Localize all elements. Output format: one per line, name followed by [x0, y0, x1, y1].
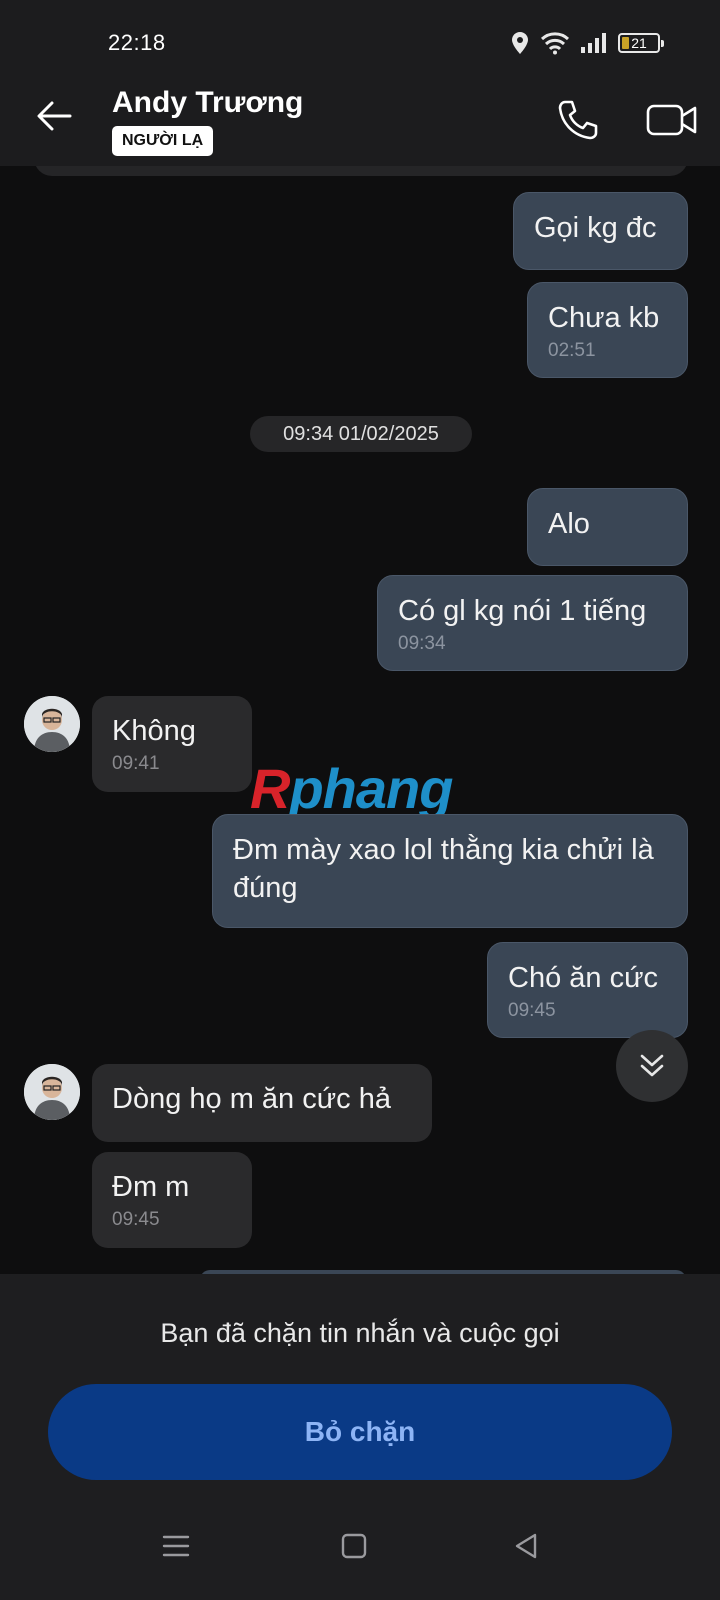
stranger-badge: NGƯỜI LẠ	[112, 126, 214, 156]
watermark-rest: phang	[289, 757, 453, 820]
video-camera-icon	[646, 104, 697, 136]
home-icon	[341, 1533, 367, 1559]
chat-messages[interactable]: Gọi kg đc Chưa kb 02:51 09:34 01/02/2025…	[0, 166, 720, 1274]
blocked-message: Bạn đã chặn tin nhắn và cuộc gọi	[160, 1318, 560, 1348]
message-bubble-partial	[34, 166, 688, 176]
message-bubble-outgoing[interactable]: Chưa kb 02:51	[527, 282, 688, 378]
battery-icon: 21	[618, 33, 664, 53]
avatar[interactable]	[24, 696, 80, 752]
message-bubble-incoming[interactable]: Dòng họ m ăn cức hả	[92, 1064, 432, 1142]
message-text: Không	[112, 715, 196, 747]
profile-photo	[24, 696, 80, 752]
back-arrow-icon	[37, 101, 72, 131]
battery-fill	[622, 37, 629, 49]
double-chevron-down-icon	[640, 1054, 664, 1077]
wifi-icon	[540, 32, 570, 55]
back-button[interactable]	[34, 96, 74, 136]
message-time: 09:45	[508, 1000, 556, 1021]
message-bubble-outgoing[interactable]: Có gl kg nói 1 tiếng 09:34	[377, 575, 688, 671]
location-icon	[512, 32, 528, 54]
message-text: Dòng họ m ăn cức hả	[112, 1083, 391, 1115]
message-time: 09:41	[112, 753, 160, 774]
nav-recents-button[interactable]	[156, 1526, 196, 1566]
menu-icon	[162, 1535, 190, 1557]
call-button[interactable]	[556, 98, 600, 142]
signal-icon	[581, 33, 606, 53]
nav-back-icon	[515, 1533, 537, 1559]
message-text: Gọi kg đc	[534, 212, 657, 244]
blocked-panel: Bạn đã chặn tin nhắn và cuộc gọi Bỏ chặn	[0, 1274, 720, 1600]
message-time: 09:34	[398, 633, 446, 654]
message-bubble-outgoing[interactable]: Gọi kg đc	[513, 192, 688, 270]
status-time: 22:18	[108, 30, 166, 55]
message-bubble-incoming[interactable]: Đm m 09:45	[92, 1152, 252, 1248]
watermark-initial: R	[250, 757, 290, 820]
message-bubble-incoming[interactable]: Không 09:41	[92, 696, 252, 792]
phone-icon	[558, 100, 598, 140]
message-text: Alo	[548, 508, 590, 540]
system-navigation-bar	[0, 1498, 720, 1600]
message-text: Chó ăn cức	[508, 962, 658, 994]
status-bar: 22:18 21	[0, 0, 720, 70]
battery-level: 21	[631, 35, 647, 51]
watermark-logo: Rphang	[250, 756, 453, 821]
message-time: 02:51	[548, 340, 596, 361]
message-text: Đm mày xao lol thằng kia chửi là đúng	[233, 834, 654, 904]
nav-home-button[interactable]	[334, 1526, 374, 1566]
nav-back-button[interactable]	[506, 1526, 546, 1566]
status-icons: 21	[510, 30, 664, 56]
video-call-button[interactable]	[646, 98, 698, 142]
scroll-to-bottom-button[interactable]	[616, 1030, 688, 1102]
profile-photo	[24, 1064, 80, 1120]
message-text: Chưa kb	[548, 302, 660, 334]
message-text: Có gl kg nói 1 tiếng	[398, 595, 647, 627]
contact-name[interactable]: Andy Trương	[112, 86, 303, 120]
message-time: 09:45	[112, 1209, 160, 1230]
chat-header: Andy Trương NGƯỜI LẠ	[0, 70, 720, 166]
date-separator: 09:34 01/02/2025	[250, 416, 472, 452]
message-bubble-outgoing[interactable]: Đm mày xao lol thằng kia chửi là đúng	[212, 814, 688, 928]
message-bubble-outgoing[interactable]: Chó ăn cức 09:45	[487, 942, 688, 1038]
message-text: Đm m	[112, 1171, 190, 1203]
message-bubble-outgoing[interactable]: Alo	[527, 488, 688, 566]
avatar[interactable]	[24, 1064, 80, 1120]
unblock-button[interactable]: Bỏ chặn	[48, 1384, 672, 1480]
